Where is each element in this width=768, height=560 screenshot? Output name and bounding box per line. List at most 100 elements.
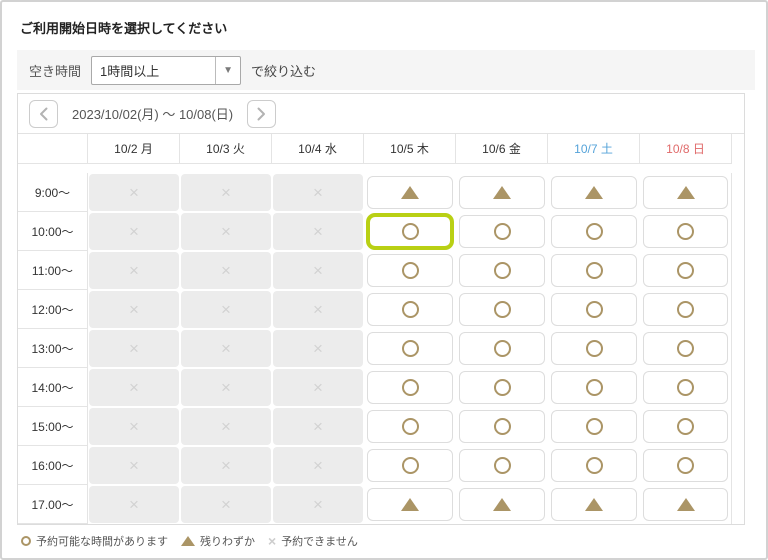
cross-icon: × bbox=[268, 533, 277, 549]
slot-cell bbox=[364, 329, 456, 368]
slot-available[interactable] bbox=[551, 449, 637, 482]
time-row-label: 17.00～ bbox=[18, 485, 88, 524]
grid-corner-cell bbox=[18, 134, 88, 164]
slot-cell: × bbox=[88, 290, 180, 329]
slot-available[interactable] bbox=[459, 410, 545, 443]
slot-available[interactable] bbox=[367, 332, 453, 365]
slot-available[interactable] bbox=[643, 449, 728, 482]
slot-cell bbox=[548, 485, 640, 524]
slot-available[interactable] bbox=[643, 254, 728, 287]
slot-few-remaining[interactable] bbox=[367, 488, 453, 521]
slot-available[interactable] bbox=[459, 371, 545, 404]
slot-available[interactable] bbox=[551, 254, 637, 287]
slot-available[interactable] bbox=[459, 254, 545, 287]
slot-available[interactable] bbox=[367, 293, 453, 326]
slot-available[interactable] bbox=[643, 293, 728, 326]
slot-cell bbox=[640, 485, 732, 524]
slot-unavailable: × bbox=[181, 408, 271, 445]
circle-icon bbox=[677, 301, 694, 318]
cross-icon: × bbox=[313, 222, 323, 241]
slot-cell bbox=[364, 173, 456, 212]
slot-cell: × bbox=[180, 290, 272, 329]
day-column-header: 10/8 日 bbox=[640, 134, 732, 164]
filter-bar: 空き時間 1時間以上 ▼ で絞り込む bbox=[17, 50, 755, 90]
slot-cell: × bbox=[88, 407, 180, 446]
slot-unavailable: × bbox=[89, 408, 179, 445]
slot-available[interactable] bbox=[551, 332, 637, 365]
circle-icon bbox=[401, 457, 419, 474]
time-row-label: 15:00～ bbox=[18, 407, 88, 446]
circle-icon bbox=[493, 379, 511, 396]
filter-label: 空き時間 bbox=[29, 63, 82, 79]
cross-icon: × bbox=[129, 222, 139, 241]
slot-few-remaining[interactable] bbox=[643, 488, 728, 521]
circle-icon bbox=[401, 301, 419, 318]
slot-cell bbox=[548, 212, 640, 251]
slot-available[interactable] bbox=[459, 449, 545, 482]
cross-icon: × bbox=[221, 183, 231, 202]
cross-icon: × bbox=[313, 495, 323, 514]
slot-unavailable: × bbox=[273, 291, 363, 328]
slot-few-remaining[interactable] bbox=[551, 176, 637, 209]
slot-few-remaining[interactable] bbox=[367, 176, 453, 209]
triangle-icon bbox=[401, 498, 419, 511]
slot-available[interactable] bbox=[367, 449, 453, 482]
slot-cell bbox=[548, 290, 640, 329]
slot-unavailable: × bbox=[181, 447, 271, 484]
slot-available[interactable] bbox=[643, 410, 728, 443]
slot-unavailable: × bbox=[273, 174, 363, 211]
slot-available[interactable] bbox=[459, 293, 545, 326]
circle-icon bbox=[493, 301, 511, 318]
slot-cell bbox=[456, 173, 548, 212]
slot-available[interactable] bbox=[367, 371, 453, 404]
slot-available[interactable] bbox=[551, 371, 637, 404]
triangle-icon bbox=[401, 186, 419, 199]
slot-available[interactable] bbox=[459, 215, 545, 248]
slot-available[interactable] bbox=[459, 332, 545, 365]
slot-cell: × bbox=[88, 251, 180, 290]
slot-cell bbox=[640, 368, 732, 407]
next-week-button[interactable] bbox=[247, 99, 277, 128]
slot-cell: × bbox=[180, 251, 272, 290]
slot-cell bbox=[364, 407, 456, 446]
slot-available[interactable] bbox=[643, 371, 728, 404]
slot-unavailable: × bbox=[273, 330, 363, 367]
legend-label: 予約できません bbox=[281, 536, 358, 548]
day-column-header: 10/3 火 bbox=[180, 134, 272, 164]
cross-icon: × bbox=[129, 417, 139, 436]
slot-cell: × bbox=[180, 446, 272, 485]
slot-cell: × bbox=[272, 251, 364, 290]
circle-icon bbox=[21, 536, 31, 546]
slot-available[interactable] bbox=[551, 293, 637, 326]
cross-icon: × bbox=[129, 456, 139, 475]
time-row-label: 11:00～ bbox=[18, 251, 88, 290]
slot-available[interactable] bbox=[643, 332, 728, 365]
slot-available[interactable] bbox=[551, 215, 637, 248]
slot-available[interactable] bbox=[551, 410, 637, 443]
slot-cell bbox=[640, 212, 732, 251]
filter-suffix: で絞り込む bbox=[251, 63, 317, 79]
triangle-icon bbox=[585, 498, 603, 511]
slot-unavailable: × bbox=[89, 291, 179, 328]
cross-icon: × bbox=[313, 300, 323, 319]
slot-available[interactable] bbox=[643, 215, 728, 248]
cross-icon: × bbox=[129, 300, 139, 319]
slot-selected[interactable] bbox=[366, 213, 454, 250]
prev-week-button[interactable] bbox=[29, 99, 58, 128]
cross-icon: × bbox=[313, 456, 323, 475]
slot-available[interactable] bbox=[367, 410, 453, 443]
cross-icon: × bbox=[313, 339, 323, 358]
cross-icon: × bbox=[221, 222, 231, 241]
day-column-header: 10/4 水 bbox=[272, 134, 364, 164]
slot-few-remaining[interactable] bbox=[551, 488, 637, 521]
circle-icon bbox=[585, 301, 603, 318]
slot-few-remaining[interactable] bbox=[459, 488, 545, 521]
slot-few-remaining[interactable] bbox=[643, 176, 728, 209]
duration-select-value: 1時間以上 bbox=[100, 63, 160, 79]
slot-available[interactable] bbox=[367, 254, 453, 287]
slot-few-remaining[interactable] bbox=[459, 176, 545, 209]
slot-cell: × bbox=[272, 212, 364, 251]
duration-select[interactable]: 1時間以上 ▼ bbox=[91, 55, 242, 85]
slot-cell: × bbox=[272, 485, 364, 524]
cross-icon: × bbox=[313, 183, 323, 202]
